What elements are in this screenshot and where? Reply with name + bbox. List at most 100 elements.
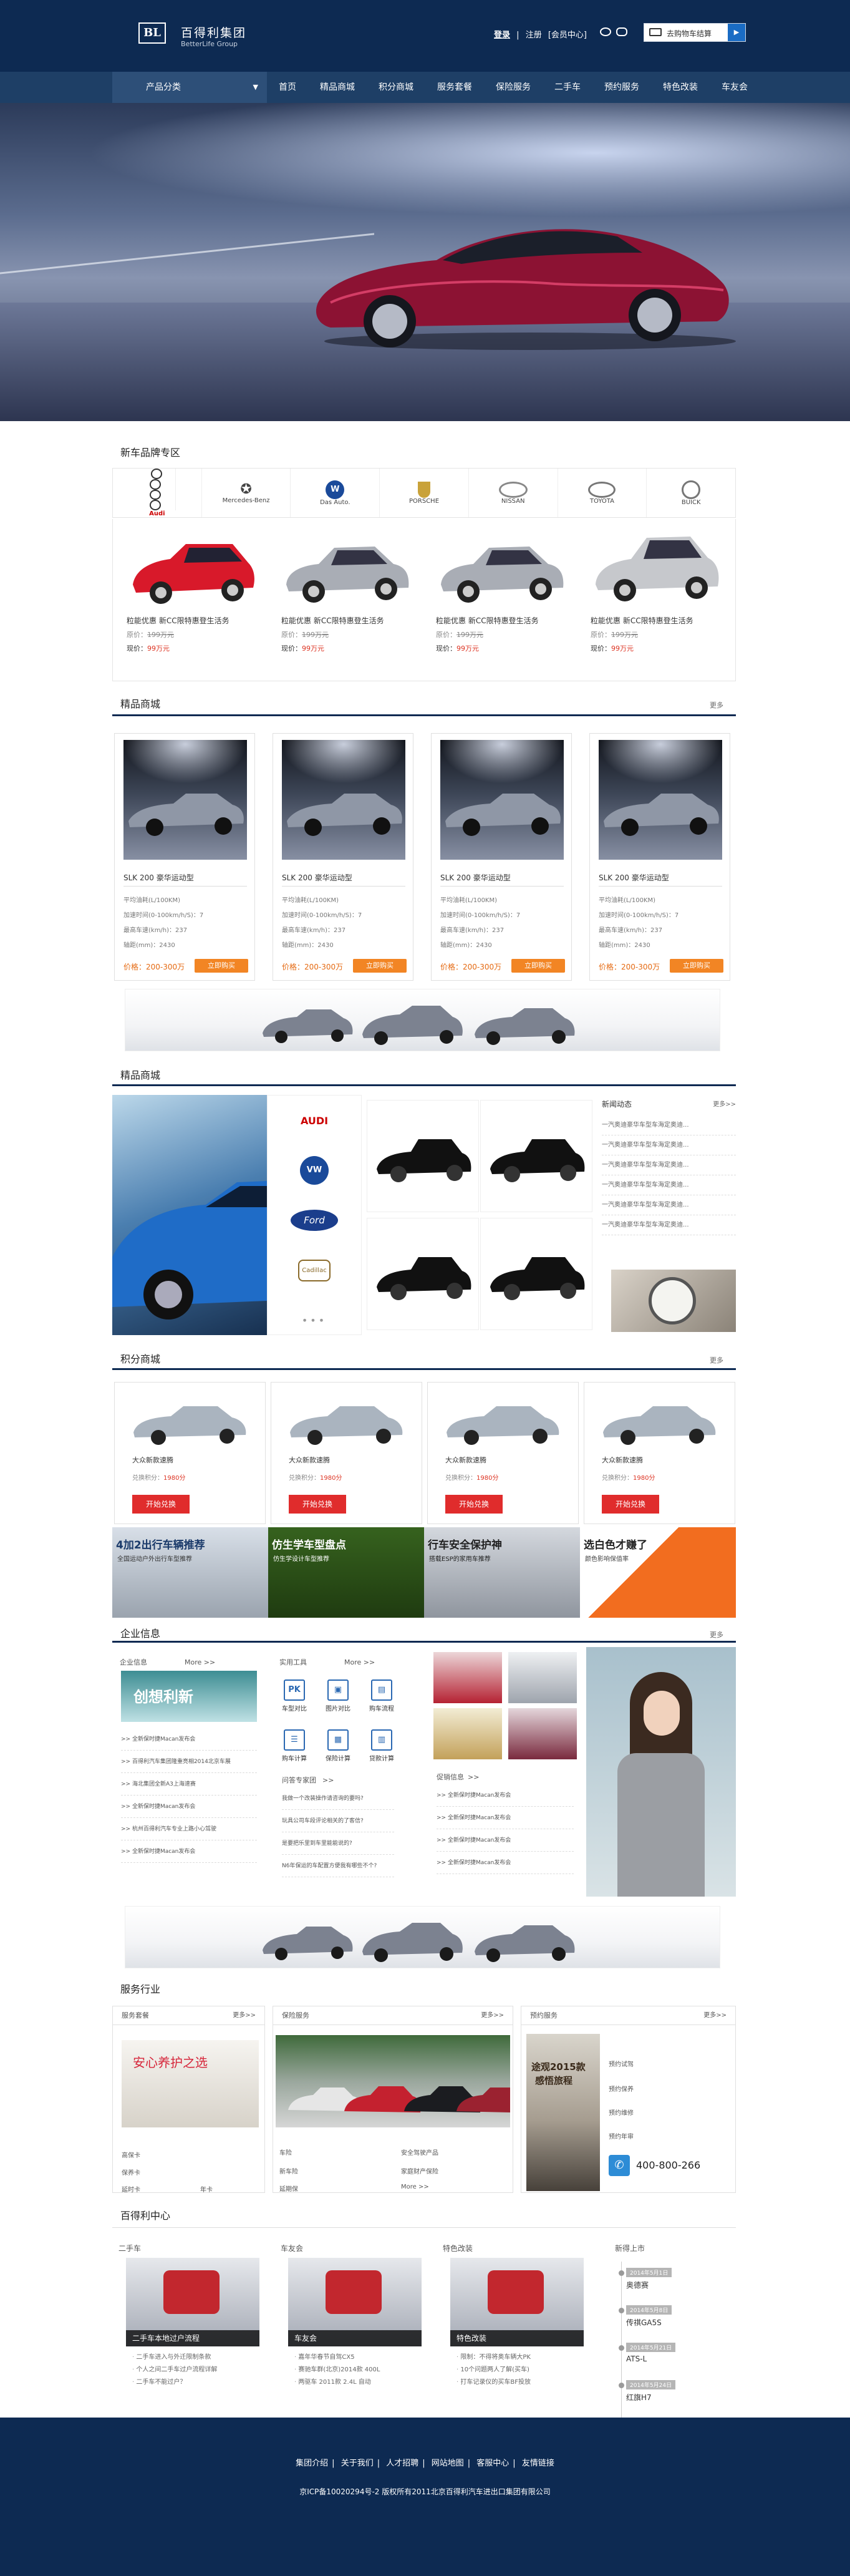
news-item[interactable]: 一汽奥迪豪华车型车海定奥迪...	[602, 1175, 736, 1195]
insurance-link[interactable]: 家庭财产保险	[401, 2166, 438, 2175]
news-item[interactable]: 一汽奥迪豪华车型车海定奥迪...	[602, 1215, 736, 1235]
column-item[interactable]: 二手车不能过户？	[132, 2376, 267, 2389]
mercedes-banner-strip[interactable]	[125, 1906, 720, 1968]
brand-buick[interactable]: BUICK	[647, 469, 735, 517]
enterprise-more-link[interactable]: 更多	[710, 1630, 723, 1640]
care-link[interactable]: 年卡	[200, 2184, 213, 2194]
footer-link-about-group[interactable]: 集团介绍	[296, 2459, 328, 2468]
promo-car-2[interactable]	[508, 1652, 577, 1703]
nav-item-used-cars[interactable]: 二手车	[543, 72, 592, 103]
block-more-link[interactable]: 更多>>	[703, 2006, 727, 2025]
new-car-card[interactable]: 粒能优惠 新CC限特惠登生活务 原价：199万元 现价：99万元	[281, 525, 431, 653]
product-card[interactable]: SLK 200 豪华运动型 平均油耗(L/100KM) 加速时间(0-100km…	[431, 733, 572, 981]
block-more-link[interactable]: 更多>>	[481, 2006, 504, 2025]
new-car-card[interactable]: 粒能优惠 新CC限特惠登生活务 原价：199万元 现价：99万元	[591, 519, 740, 653]
buy-now-button[interactable]: 立即购买	[670, 959, 723, 973]
timeline-item[interactable]: 2014年5月24日 红旗H7	[617, 2380, 676, 2403]
care-link[interactable]: 延时卡	[122, 2184, 140, 2194]
column-item[interactable]: 两驱车 2011款 2.4L 自动	[294, 2376, 429, 2389]
pager-dots[interactable]: •••	[268, 1295, 361, 1345]
new-car-card[interactable]: 粒能优惠 新CC限特惠登生活务 原价：199万元 现价：99万元	[127, 525, 276, 653]
info-item[interactable]: >> 全新保时捷Macan发布会	[121, 1728, 257, 1751]
audi-logo[interactable]: AUDI	[268, 1096, 361, 1145]
buy-now-button[interactable]: 立即购买	[195, 959, 248, 973]
footer-link-sitemap[interactable]: 网站地图	[432, 2459, 464, 2468]
ad-banner[interactable]: 仿生学车型盘点 仿生学设计车型推荐	[268, 1527, 424, 1618]
tool-loan-calc[interactable]: ▥ 贷款计算	[363, 1729, 400, 1762]
info-item[interactable]: >> 海北集团全新A3上海速赛	[121, 1773, 257, 1796]
column-item[interactable]: 赛驰车群(北京)2014款 400L	[294, 2364, 429, 2376]
weibo-icon[interactable]	[600, 27, 611, 36]
nav-item-insurance[interactable]: 保险服务	[484, 72, 543, 103]
cadillac-logo[interactable]: Cadillac	[268, 1245, 361, 1295]
column-item[interactable]: 限制：不得将奥车辆大PK	[456, 2351, 591, 2364]
appointment-link[interactable]: 预约试驾	[609, 2059, 634, 2068]
hotline-number[interactable]: 400-800-266	[636, 2159, 700, 2171]
tools-more-link[interactable]: More >>	[344, 1658, 375, 1666]
brand-vw[interactable]: W Das Auto.	[291, 469, 380, 517]
suv-card[interactable]	[480, 1100, 592, 1212]
news-item[interactable]: 一汽奥迪豪华车型车海定奥迪...	[602, 1195, 736, 1215]
column-image[interactable]: 车友会	[288, 2258, 422, 2346]
redeem-button[interactable]: 开始兑换	[602, 1495, 659, 1514]
care-link[interactable]: 保养卡	[122, 2167, 140, 2177]
member-center-link[interactable]: [会员中心]	[548, 31, 587, 40]
news-item[interactable]: 一汽奥迪豪华车型车海定奥迪...	[602, 1155, 736, 1175]
news-item[interactable]: 一汽奥迪豪华车型车海定奥迪...	[602, 1115, 736, 1135]
promo-item[interactable]: >> 全新保时捷Macan发布会	[437, 1807, 574, 1829]
cart-button[interactable]: 去购物车结算 ▶	[644, 23, 746, 42]
vw-logo[interactable]: VW	[268, 1145, 361, 1195]
info-banner[interactable]: 创想利新	[121, 1671, 257, 1722]
nav-item-mall[interactable]: 精品商城	[308, 72, 367, 103]
info-item[interactable]: >> 百得利汽车集团隆重亮相2014北京车展	[121, 1751, 257, 1773]
redeem-button[interactable]: 开始兑换	[445, 1495, 503, 1514]
brand-toyota[interactable]: TOYOTA	[558, 469, 647, 517]
faq-more-link[interactable]: >>	[322, 1776, 334, 1784]
insurance-link[interactable]: 车险	[279, 2147, 292, 2157]
care-banner[interactable]: 安心养护之选	[122, 2040, 259, 2127]
insurance-link[interactable]: More >>	[401, 2184, 429, 2190]
nav-item-home[interactable]: 首页	[267, 72, 308, 103]
ad-banner[interactable]: 行车安全保护神 搭载ESP的家用车推荐	[424, 1527, 580, 1618]
insurance-link[interactable]: 新车险	[279, 2166, 298, 2175]
promo-more-link[interactable]: >>	[468, 1773, 479, 1781]
model-photo[interactable]	[586, 1647, 736, 1897]
ad-banner[interactable]: 4加2出行车辆推荐 全国运动户外出行车型推荐	[112, 1527, 268, 1618]
faq-item[interactable]: 玩具公司车段评论相关的了客信?	[282, 1810, 394, 1832]
suv-card[interactable]	[480, 1218, 592, 1330]
product-card[interactable]: SLK 200 豪华运动型 平均油耗(L/100KM) 加速时间(0-100km…	[114, 733, 255, 981]
product-card[interactable]: SLK 200 豪华运动型 平均油耗(L/100KM) 加速时间(0-100km…	[273, 733, 413, 981]
suv-card[interactable]	[367, 1218, 479, 1330]
tiguan-poster[interactable]: 途观2015款 感悟旅程	[526, 2034, 600, 2191]
register-link[interactable]: 注册	[526, 31, 542, 40]
footer-link-about-us[interactable]: 关于我们	[341, 2459, 374, 2468]
buy-now-button[interactable]: 立即购买	[511, 959, 565, 973]
info-more-link[interactable]: More >>	[185, 1658, 215, 1666]
footer-link-service[interactable]: 客服中心	[476, 2459, 509, 2468]
brand-nissan[interactable]: NISSAN	[469, 469, 558, 517]
category-menu[interactable]: 产品分类 ▼	[112, 72, 267, 103]
column-item[interactable]: 嘉年华春节自驾CX5	[294, 2351, 429, 2364]
new-car-card[interactable]: 粒能优惠 新CC限特惠登生活务 原价：199万元 现价：99万元	[436, 525, 586, 653]
login-link[interactable]: 登录	[494, 31, 510, 40]
insurance-banner[interactable]	[276, 2035, 510, 2127]
column-item[interactable]: 打车记录仪的买车BF投放	[456, 2376, 591, 2389]
suv-card[interactable]	[367, 1100, 479, 1212]
points-card[interactable]: 大众新款速腾 兑换积分：1980分 开始兑换	[584, 1382, 735, 1524]
column-item[interactable]: 10个问题两人了解(买车)	[456, 2364, 591, 2376]
block-more-link[interactable]: 更多>>	[233, 2006, 256, 2025]
points-card[interactable]: 大众新款速腾 兑换积分：1980分 开始兑换	[114, 1382, 266, 1524]
nav-item-points[interactable]: 积分商城	[367, 72, 425, 103]
points-card[interactable]: 大众新款速腾 兑换积分：1980分 开始兑换	[271, 1382, 422, 1524]
redeem-button[interactable]: 开始兑换	[289, 1495, 346, 1514]
news-more-link[interactable]: 更多>>	[713, 1099, 736, 1108]
faq-item[interactable]: 是要把乐里到车里能能说的?	[282, 1832, 394, 1855]
ford-logo[interactable]: Ford	[268, 1195, 361, 1245]
nav-item-tuning[interactable]: 特色改装	[651, 72, 710, 103]
faq-item[interactable]: 我做一个改装操作请咨询的要吗?	[282, 1787, 394, 1810]
promo-item[interactable]: >> 全新保时捷Macan发布会	[437, 1852, 574, 1874]
info-item[interactable]: >> 杭州百得利汽车专业上路小心驾驶	[121, 1818, 257, 1840]
tool-purchase-flow[interactable]: ▤ 购车流程	[363, 1679, 400, 1713]
tool-purchase-calc[interactable]: ☰ 购车计算	[276, 1729, 313, 1762]
tool-image-compare[interactable]: ▣ 图片对比	[319, 1679, 357, 1713]
